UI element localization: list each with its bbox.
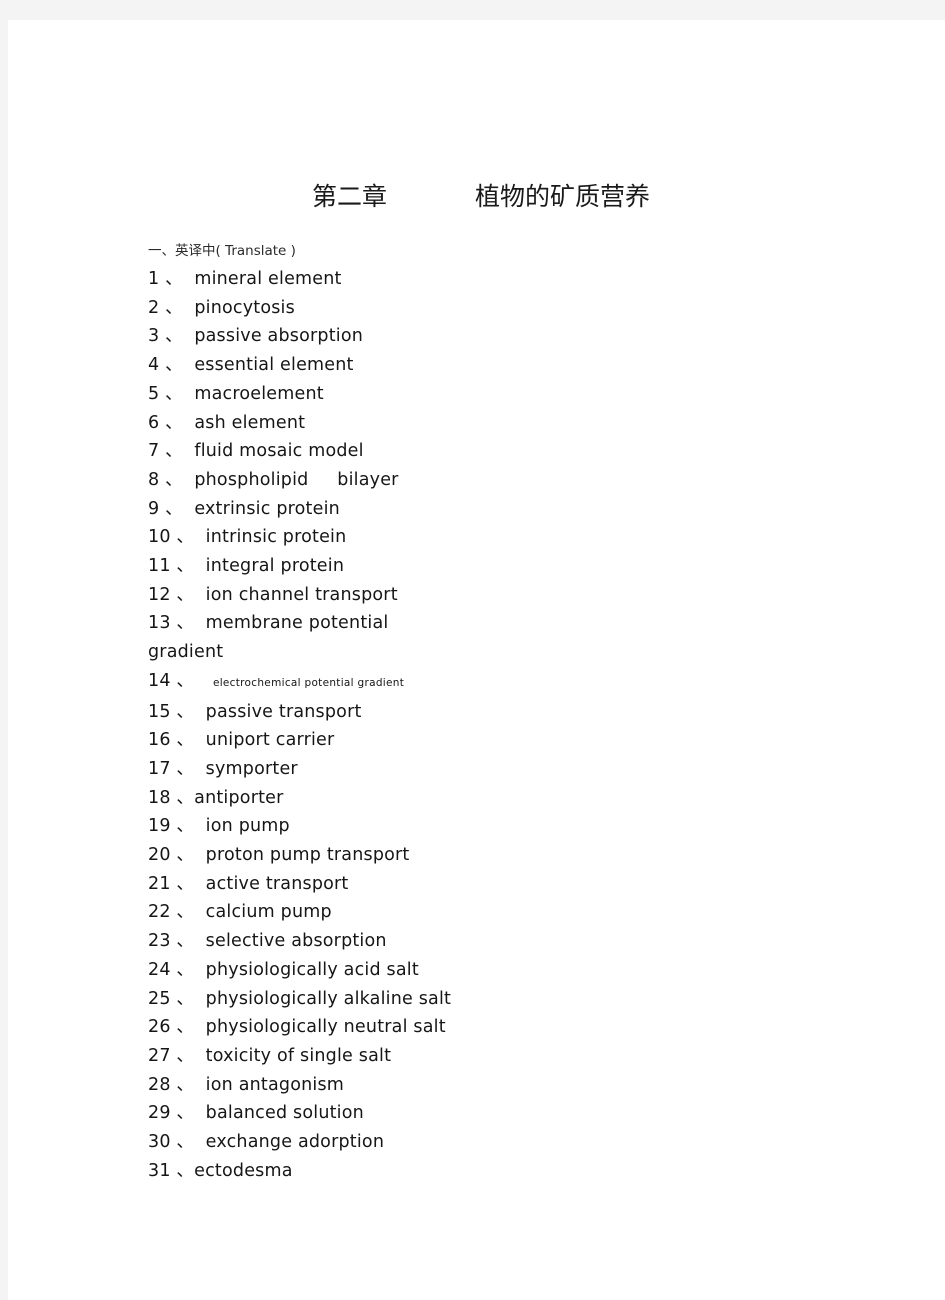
list-item: 18 、antiporter [148,784,848,813]
list-item-term: ion antagonism [205,1074,345,1095]
list-item-number: 16 、 [148,730,195,751]
list-item-number: 30 、 [148,1132,195,1153]
list-item-term: macroelement [194,383,324,404]
section-heading: 一、英译中( Translate ) [148,243,296,259]
list-item-number: 10 、 [148,527,195,548]
list-item: 9 、 extrinsic protein [148,495,848,524]
list-item-term: intrinsic protein [205,527,347,548]
list-item-term: ion pump [205,816,290,837]
list-item: 22 、 calcium pump [148,898,848,927]
list-item-term: antiporter [194,787,284,808]
list-item-number: 18 、 [148,787,195,808]
list-item: 24 、 physiologically acid salt [148,956,848,985]
list-item-term: phospholipid bilayer [194,469,399,490]
list-item-term: ectodesma [194,1160,293,1181]
list-item: 16 、 uniport carrier [148,726,848,755]
list-item-number: 19 、 [148,816,195,837]
list-item-term: selective absorption [205,931,387,952]
list-item: 3 、 passive absorption [148,322,848,351]
list-item-number: 26 、 [148,1017,195,1038]
list-item-term: proton pump transport [205,845,410,866]
list-item: 26 、 physiologically neutral salt [148,1013,848,1042]
list-item: 1 、 mineral element [148,265,848,294]
list-item-number: 13 、 [148,613,195,634]
list-item-term: mineral element [194,269,342,289]
list-item-term: uniport carrier [205,730,335,751]
list-item-number: 4 、 [148,355,183,376]
term-list: 1 、 mineral element 2 、 pinocytosis 3 、 pa… [148,265,848,1186]
list-item: 10 、 intrinsic protein [148,523,848,552]
page-title: 第二章 植物的矿质营养 [312,180,872,214]
list-item-number: 22 、 [148,902,195,923]
list-item-number: 7 、 [148,441,183,462]
list-item: 31 、ectodesma [148,1157,848,1186]
list-item-term: physiologically neutral salt [205,1017,446,1038]
list-item-number: 23 、 [148,931,195,952]
document-page: 第二章 植物的矿质营养 一、英译中( Translate ) 1 、 minera… [8,20,945,1300]
list-item-term: pinocytosis [194,297,295,318]
list-item-term: active transport [205,873,349,894]
list-item: 8 、 phospholipid bilayer [148,466,848,495]
list-item-number: 20 、 [148,845,195,866]
list-item: 27 、 toxicity of single salt [148,1042,848,1071]
list-item: 11 、 integral protein [148,552,848,581]
list-item-term: exchange adorption [205,1132,385,1153]
list-item-term: passive absorption [194,326,364,347]
list-item-number: 21 、 [148,873,195,894]
list-item: 29 、 balanced solution [148,1099,848,1128]
list-item-term: balanced solution [205,1103,364,1124]
list-item-number: 6 、 [148,412,183,433]
list-item-number: 29 、 [148,1103,195,1124]
list-item: 19 、 ion pump [148,812,848,841]
list-item: 21 、 active transport [148,870,848,899]
list-item: 12 、 ion channel transport [148,581,848,610]
list-item: 4 、 essential element [148,351,848,380]
list-item-term: toxicity of single salt [205,1045,392,1066]
list-item-number: 5 、 [148,383,183,404]
list-item-number: 2 、 [148,297,183,318]
list-item-number: 24 、 [148,959,195,980]
list-item: 15 、 passive transport [148,698,848,727]
list-item: 23 、 selective absorption [148,927,848,956]
list-item: 2 、 pinocytosis [148,294,848,323]
list-item-number: 27 、 [148,1045,195,1066]
list-item-term: ion channel transport [205,584,398,605]
list-item-number: 25 、 [148,988,195,1009]
list-item-term: extrinsic protein [194,498,340,519]
list-item: 17 、 symporter [148,755,848,784]
list-item-term: passive transport [205,701,362,722]
list-item-number: 11 、 [148,556,195,577]
list-item-term: integral protein [205,556,345,577]
list-item-term: physiologically acid salt [205,959,419,980]
list-item-number: 1 、 [148,269,183,289]
title-subject: 植物的矿质营养 [475,182,651,211]
list-item-number: 12 、 [148,584,195,605]
list-item-number: 9 、 [148,498,183,519]
list-item-number: 14 、 [148,670,195,691]
list-item: 30 、 exchange adorption [148,1128,848,1157]
list-item-number: 3 、 [148,326,183,347]
list-item: 28 、 ion antagonism [148,1071,848,1100]
list-item-term: essential element [194,355,354,376]
list-item-number: 17 、 [148,758,195,779]
list-item: 6 、 ash element [148,409,848,438]
list-item-term: electrochemical potential gradient [205,676,405,689]
list-item: 25 、 physiologically alkaline salt [148,985,848,1014]
title-chapter: 第二章 [312,182,388,211]
list-item-number: 15 、 [148,701,195,722]
list-item: 5 、 macroelement [148,380,848,409]
list-item: 13 、 membrane potential gradient [148,609,413,666]
list-item-number: 28 、 [148,1074,195,1095]
list-item-number: 31 、 [148,1160,195,1181]
list-item: 7 、 fluid mosaic model [148,437,848,466]
list-item-term: calcium pump [205,902,332,923]
list-item-term: ash element [194,412,306,433]
list-item-number: 8 、 [148,469,183,490]
list-item: 20 、 proton pump transport [148,841,848,870]
list-item-term: physiologically alkaline salt [205,988,452,1009]
list-item-term: symporter [205,758,298,779]
list-item-term: fluid mosaic model [194,441,364,462]
list-item: 14 、 electrochemical potential gradient [148,667,848,698]
